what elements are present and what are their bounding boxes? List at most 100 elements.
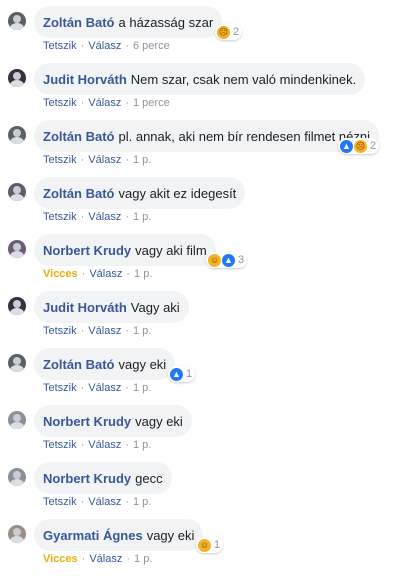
separator-dot: · (125, 154, 129, 166)
comment-actions: Tetszik · Válasz · 1 p. (43, 382, 151, 394)
comment-author-link[interactable]: Zoltán Bató (43, 15, 115, 30)
reply-button[interactable]: Válasz (88, 382, 121, 394)
like-reaction-icon: ▲ (221, 252, 236, 268)
avatar[interactable] (8, 411, 26, 429)
comment-text: Nem szar, csak nem való mindenkinek. (130, 71, 357, 87)
like-button[interactable]: Tetszik (43, 211, 77, 223)
comment-text: vagy aki film (135, 242, 207, 258)
like-button[interactable]: Vicces (43, 268, 78, 280)
comment-text: vagy akit ez idegesít (118, 185, 237, 201)
separator-dot: · (80, 439, 85, 451)
reaction-summary[interactable]: ▲ 1 (168, 366, 196, 382)
comment-bubble: Judit Horváth Nem szar, csak nem való min… (34, 63, 366, 95)
comment-timestamp[interactable]: 6 perce (133, 40, 170, 52)
reply-button[interactable]: Válasz (89, 553, 122, 565)
reply-button[interactable]: Válasz (88, 439, 121, 451)
separator-dot: · (125, 211, 129, 223)
comment-actions: Tetszik · Válasz · 1 p. (43, 154, 151, 166)
comment-text: a házasság szar (118, 14, 214, 30)
comment-author-link[interactable]: Zoltán Bató (43, 357, 115, 372)
comment-timestamp[interactable]: 1 perce (133, 97, 170, 109)
comment-text: vagy eki (118, 356, 167, 372)
separator-dot: · (80, 382, 85, 394)
comment-timestamp[interactable]: 1 p. (133, 382, 151, 394)
comment-author-link[interactable]: Norbert Krudy (43, 471, 131, 486)
like-button[interactable]: Tetszik (43, 97, 77, 109)
comment-timestamp[interactable]: 1 p. (133, 211, 151, 223)
comment-timestamp[interactable]: 1 p. (133, 439, 151, 451)
reply-button[interactable]: Válasz (88, 496, 121, 508)
comment-timestamp[interactable]: 1 p. (133, 154, 151, 166)
comment: Zoltán Bató vagy eki ▲ 1 Tetszik · Válasz · 1 p. (0, 342, 411, 399)
comment-timestamp[interactable]: 1 p. (133, 496, 151, 508)
avatar[interactable] (8, 240, 26, 258)
separator-dot: · (80, 211, 85, 223)
comment: Gyarmati Ágnes vagy eki ☺ 1 Vicces · Válasz · 1 … (0, 513, 411, 570)
comment-bubble: Norbert Krudy gecc (34, 462, 172, 494)
avatar[interactable] (8, 525, 26, 543)
comment-bubble: Zoltán Bató vagy akit ez idegesít (34, 177, 246, 209)
comment-timestamp[interactable]: 1 p. (133, 325, 151, 337)
reaction-count: 3 (238, 254, 245, 266)
separator-dot: · (125, 439, 129, 451)
comment-author-link[interactable]: Norbert Krudy (43, 414, 131, 429)
comment-timestamp[interactable]: 1 p. (134, 553, 152, 565)
separator-dot: · (80, 97, 85, 109)
like-button[interactable]: Tetszik (43, 325, 77, 337)
like-button[interactable]: Tetszik (43, 439, 77, 451)
comment-actions: Tetszik · Válasz · 1 p. (43, 325, 151, 337)
separator-dot: · (80, 496, 85, 508)
reply-button[interactable]: Válasz (88, 97, 121, 109)
comment-bubble: Judit Horváth Vagy aki (34, 291, 189, 323)
reply-button[interactable]: Válasz (88, 211, 121, 223)
comment-bubble: Zoltán Bató pl. annak, aki nem bír rendes… (34, 120, 379, 152)
comment-actions: Tetszik · Válasz · 1 p. (43, 211, 151, 223)
reaction-summary[interactable]: ☺ 1 (196, 537, 224, 553)
avatar[interactable] (8, 183, 26, 201)
like-button[interactable]: Tetszik (43, 40, 77, 52)
like-button[interactable]: Tetszik (43, 382, 77, 394)
comment-author-link[interactable]: Judit Horváth (43, 72, 127, 87)
haha-reaction-icon: ☺ (207, 252, 222, 268)
comment-author-link[interactable]: Gyarmati Ágnes (43, 528, 143, 543)
avatar[interactable] (8, 12, 26, 30)
reply-button[interactable]: Válasz (88, 40, 121, 52)
comment: Norbert Krudy gecc Tetszik · Válasz · 1 p. (0, 456, 411, 513)
separator-dot: · (80, 154, 85, 166)
comment-actions: Tetszik · Válasz · 1 perce (43, 97, 170, 109)
reaction-count: 2 (233, 26, 240, 38)
comment-bubble: Zoltán Bató a házasság szar (34, 6, 223, 38)
reaction-summary[interactable]: ▲ ☹ 2 (338, 138, 380, 154)
comment: Judit Horváth Vagy aki Tetszik · Válasz · 1 p. (0, 285, 411, 342)
reaction-summary[interactable]: ☹ 2 (215, 24, 243, 40)
like-button[interactable]: Vicces (43, 553, 78, 565)
comment: Norbert Krudy vagy eki Tetszik · Válasz · 1 p. (0, 399, 411, 456)
avatar[interactable] (8, 69, 26, 87)
separator-dot: · (125, 325, 129, 337)
separator-dot: · (126, 553, 131, 565)
comment-bubble: Zoltán Bató vagy eki (34, 348, 176, 380)
avatar[interactable] (8, 354, 26, 372)
reply-button[interactable]: Válasz (89, 268, 122, 280)
comment-author-link[interactable]: Zoltán Bató (43, 186, 115, 201)
reaction-summary[interactable]: ☺ ▲ 3 (206, 252, 248, 268)
avatar[interactable] (8, 468, 26, 486)
comment-author-link[interactable]: Norbert Krudy (43, 243, 131, 258)
avatar[interactable] (8, 126, 26, 144)
avatar[interactable] (8, 297, 26, 315)
comment-author-link[interactable]: Judit Horváth (43, 300, 127, 315)
separator-dot: · (126, 268, 131, 280)
reply-button[interactable]: Válasz (88, 154, 121, 166)
comment-text: Vagy aki (130, 299, 180, 315)
comment-timestamp[interactable]: 1 p. (134, 268, 152, 280)
reply-button[interactable]: Válasz (88, 325, 121, 337)
comment-bubble: Norbert Krudy vagy aki film (34, 234, 216, 266)
comment-actions: Vicces · Válasz · 1 p. (43, 268, 152, 280)
sad-reaction-icon: ☹ (216, 24, 231, 40)
comment-author-link[interactable]: Zoltán Bató (43, 129, 115, 144)
separator-dot: · (81, 268, 86, 280)
separator-dot: · (81, 553, 86, 565)
like-button[interactable]: Tetszik (43, 496, 77, 508)
like-button[interactable]: Tetszik (43, 154, 77, 166)
comment-text: vagy eki (146, 527, 195, 543)
